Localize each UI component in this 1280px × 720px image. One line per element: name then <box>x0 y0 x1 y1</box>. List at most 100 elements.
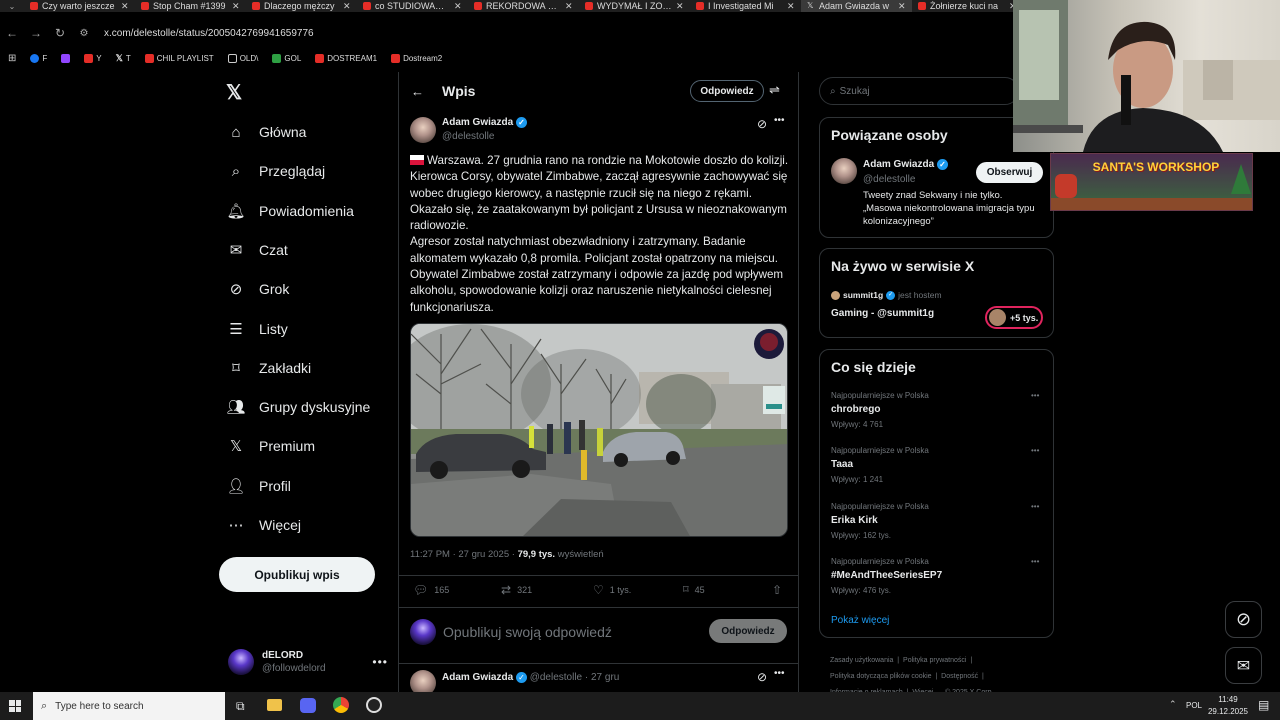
browser-tab[interactable]: Dlaczego mężczy ✕ <box>246 0 357 12</box>
next-post-preview[interactable]: Adam Gwiazda ✓ @delestolle · 27 gru ⊘ ••… <box>410 670 790 692</box>
close-tab-icon[interactable]: ✕ <box>565 1 573 12</box>
author-handle[interactable]: @delestolle <box>442 131 494 142</box>
post-button[interactable]: Opublikuj wpis <box>219 557 375 592</box>
nav-item-1[interactable]: ⌕ Przeglądaj <box>227 161 325 181</box>
reload-icon[interactable]: ↻ <box>48 26 72 40</box>
more-dots-icon[interactable]: ••• <box>774 670 785 679</box>
nav-item-8[interactable]: 𝕏 Premium <box>227 436 315 456</box>
notification-icon[interactable]: ▤ <box>1258 698 1269 712</box>
close-tab-icon[interactable]: ✕ <box>121 1 129 12</box>
footer-link[interactable]: Zasady użytkowania <box>830 657 893 664</box>
nav-item-3[interactable]: ✉ Czat <box>227 240 288 260</box>
more-dots-icon[interactable]: ••• <box>1031 446 1039 455</box>
reply-input[interactable]: Opublikuj swoją odpowiedź <box>443 624 612 640</box>
site-info-icon[interactable]: ⚙ <box>72 28 96 39</box>
footer-link[interactable]: Dostępność <box>941 673 978 680</box>
search-box[interactable]: ⌕ Szukaj <box>819 77 1019 105</box>
bookmark-item[interactable]: OLD\ <box>227 53 258 63</box>
reply-action[interactable]: 💬︎ 165 <box>413 583 449 597</box>
x-logo-icon[interactable]: 𝕏 <box>226 80 248 104</box>
input-language[interactable]: POL <box>1186 701 1202 710</box>
grok-float-button[interactable]: ⊘ <box>1225 601 1262 638</box>
nav-item-7[interactable]: 👥︎ Grupy dyskusyjne <box>226 397 370 417</box>
post-media-image[interactable] <box>410 323 788 537</box>
author-name-row[interactable]: Adam Gwiazda ✓ <box>442 117 527 128</box>
bookmark-item[interactable]: Y <box>84 53 102 63</box>
post-timestamp[interactable]: 11:27 PM · 27 gru 2025 · <box>410 549 515 560</box>
apps-grid-icon[interactable]: ⊞ <box>8 53 16 64</box>
share-action[interactable]: ⇧ <box>772 583 782 597</box>
bookmark-item[interactable]: CHIL PLAYLIST <box>144 53 214 63</box>
more-dots-icon[interactable]: ••• <box>1031 502 1039 511</box>
live-listeners-pill[interactable]: +5 tys. <box>985 306 1043 329</box>
grok-icon[interactable]: ⊘ <box>757 670 767 684</box>
browser-tab[interactable]: Stop Cham #1399 ✕ <box>135 0 246 12</box>
taskbar-search[interactable]: ⌕ Type here to search <box>33 692 225 720</box>
trend-item[interactable]: Najpopularniejsze w Polska chrobrego Wpływ… <box>831 391 1046 429</box>
close-tab-icon[interactable]: ✕ <box>343 1 351 12</box>
browser-tab[interactable]: I Investigated Mi ✕ <box>690 0 801 12</box>
related-name-row[interactable]: Adam Gwiazda ✓ <box>863 159 948 170</box>
close-tab-icon[interactable]: ✕ <box>676 1 684 12</box>
more-dots-icon[interactable]: ••• <box>774 115 785 126</box>
tab-list-chevron-icon[interactable]: ⌄ <box>0 2 24 11</box>
back-arrow-icon[interactable]: ← <box>0 26 24 40</box>
avatar[interactable] <box>831 158 857 184</box>
bookmark-item[interactable]: 𝕏T <box>116 53 131 64</box>
close-tab-icon[interactable]: ✕ <box>898 1 906 12</box>
nav-item-6[interactable]: ⌑ Zakładki <box>227 358 311 378</box>
nav-item-4[interactable]: ⊘ Grok <box>227 279 290 299</box>
nav-item-10[interactable]: ⋯ Więcej <box>227 515 302 535</box>
bookmark-action[interactable]: ⌑ 45 <box>683 583 705 596</box>
bookmark-item[interactable] <box>61 53 71 63</box>
browser-tab[interactable]: REKORDOWA LIC ✕ <box>468 0 579 12</box>
nav-item-9[interactable]: 👤︎ Profil <box>226 476 290 496</box>
reply-submit-button[interactable]: Odpowiedz <box>709 619 787 643</box>
windows-start-icon[interactable] <box>9 700 21 712</box>
address-bar[interactable]: x.com/delestolle/status/2005042769941659… <box>104 28 314 39</box>
browser-tab[interactable]: co STUDIOWAĆ, a ✕ <box>357 0 468 12</box>
trend-item[interactable]: Najpopularniejsze w Polska Taaa Wpływy: 1 … <box>831 446 1046 484</box>
close-tab-icon[interactable]: ✕ <box>232 1 240 12</box>
avatar[interactable] <box>410 117 436 143</box>
forward-arrow-icon[interactable]: → <box>24 26 48 40</box>
tray-chevron-icon[interactable]: ⌃ <box>1169 699 1177 710</box>
live-title[interactable]: Gaming - @summit1g <box>831 308 934 319</box>
nav-item-0[interactable]: ⌂ Główna <box>227 122 306 142</box>
filter-sliders-icon[interactable]: ⇌ <box>769 82 780 98</box>
bookmark-item[interactable]: F <box>30 53 47 63</box>
back-arrow-icon[interactable]: ← <box>411 84 424 99</box>
nav-item-5[interactable]: ☰ Listy <box>227 319 288 339</box>
footer-link[interactable]: Polityka dotycząca plików cookie <box>830 673 932 680</box>
chrome-icon[interactable] <box>333 697 349 713</box>
file-explorer-icon[interactable] <box>267 699 282 711</box>
repost-action[interactable]: ⇄ 321 <box>501 583 532 597</box>
more-dots-icon[interactable]: ••• <box>1031 391 1039 400</box>
messages-float-button[interactable]: ✉ <box>1225 647 1262 684</box>
bookmark-item[interactable]: Dostream2 <box>391 53 442 63</box>
follow-button[interactable]: Obserwuj <box>976 162 1043 183</box>
more-dots-icon[interactable]: ••• <box>1031 557 1039 566</box>
browser-tab[interactable]: WYDYMAŁ I ZOST ✕ <box>579 0 690 12</box>
browser-tab[interactable]: 𝕏 Adam Gwiazda w ✕ <box>801 0 912 12</box>
close-tab-icon[interactable]: ✕ <box>787 1 795 12</box>
footer-link[interactable]: Polityka prywatności <box>903 657 966 664</box>
grok-icon[interactable]: ⊘ <box>757 117 767 131</box>
more-dots-icon[interactable]: ••• <box>372 655 388 669</box>
browser-tab[interactable]: Czy warto jeszcze ✕ <box>24 0 135 12</box>
trend-item[interactable]: Najpopularniejsze w Polska Erika Kirk Wpły… <box>831 502 1046 540</box>
discord-icon[interactable] <box>300 698 316 713</box>
account-switcher[interactable]: dELORD @followdelord ••• <box>228 647 388 677</box>
bookmark-item[interactable]: GOL <box>272 53 301 63</box>
show-more-link[interactable]: Pokaż więcej <box>831 615 889 626</box>
like-action[interactable]: ♡ 1 tys. <box>593 583 631 597</box>
close-tab-icon[interactable]: ✕ <box>454 1 462 12</box>
task-view-icon[interactable]: ⧉ <box>236 699 245 714</box>
live-host-row[interactable]: summit1g ✓ jest hostem <box>831 290 942 300</box>
nav-item-2[interactable]: 🔔︎ Powiadomienia <box>226 201 353 221</box>
browser-tab[interactable]: Żołnierze kuci na✕ <box>912 0 1023 12</box>
clock[interactable]: 11:49 29.12.2025 <box>1204 694 1252 718</box>
bookmark-item[interactable]: DOSTREAM1 <box>315 53 377 63</box>
reply-header-button[interactable]: Odpowiedz <box>690 80 764 102</box>
obs-icon[interactable] <box>366 697 382 713</box>
